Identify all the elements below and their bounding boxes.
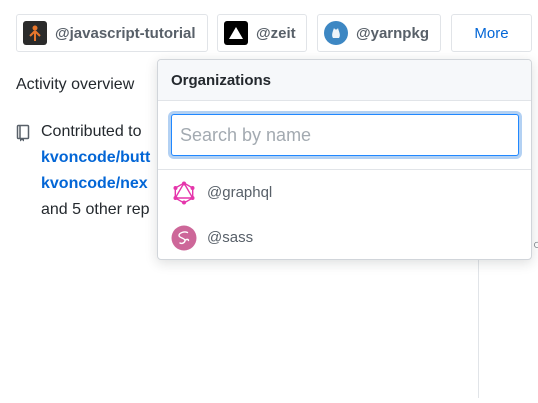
yarn-cat-logo-icon bbox=[324, 21, 348, 45]
activity-overview-title: Activity overview bbox=[16, 76, 135, 93]
contributed-to-text: Contributed to bbox=[41, 123, 142, 140]
graphql-logo-icon bbox=[171, 180, 197, 206]
dropdown-item-label: @sass bbox=[207, 229, 254, 246]
dropdown-item-graphql[interactable]: @graphql bbox=[158, 170, 531, 215]
partial-icon: ○ bbox=[533, 236, 538, 252]
column-divider bbox=[478, 258, 479, 398]
repo-link-kvoncode-butt[interactable]: kvoncode/butt bbox=[41, 148, 150, 168]
organizations-dropdown: Organizations @graphql bbox=[157, 59, 532, 260]
org-filter-label: @zeit bbox=[256, 24, 296, 42]
org-filter-yarnpkg[interactable]: @yarnpkg bbox=[317, 14, 441, 52]
repo-book-icon bbox=[16, 124, 30, 142]
other-repos-text: and 5 other rep bbox=[41, 201, 150, 218]
zeit-triangle-logo-icon bbox=[224, 21, 248, 45]
javascript-tutorial-logo-icon bbox=[23, 21, 47, 45]
search-container bbox=[158, 101, 531, 170]
sass-logo-icon bbox=[171, 225, 197, 251]
repo-link-kvoncode-nex[interactable]: kvoncode/nex bbox=[41, 174, 148, 194]
dropdown-item-sass[interactable]: @sass bbox=[158, 215, 531, 259]
org-filter-label: @javascript-tutorial bbox=[55, 24, 196, 42]
dropdown-item-label: @graphql bbox=[207, 184, 273, 201]
dropdown-header: Organizations bbox=[158, 60, 531, 101]
org-filter-zeit[interactable]: @zeit bbox=[217, 14, 307, 52]
org-filter-label: @yarnpkg bbox=[356, 24, 429, 42]
more-orgs-button[interactable]: More bbox=[451, 14, 532, 52]
org-filter-javascript-tutorial[interactable]: @javascript-tutorial bbox=[16, 14, 208, 52]
search-by-name-input[interactable] bbox=[171, 114, 519, 156]
profile-page: @javascript-tutorial @zeit @yarnpkg More… bbox=[0, 0, 538, 403]
